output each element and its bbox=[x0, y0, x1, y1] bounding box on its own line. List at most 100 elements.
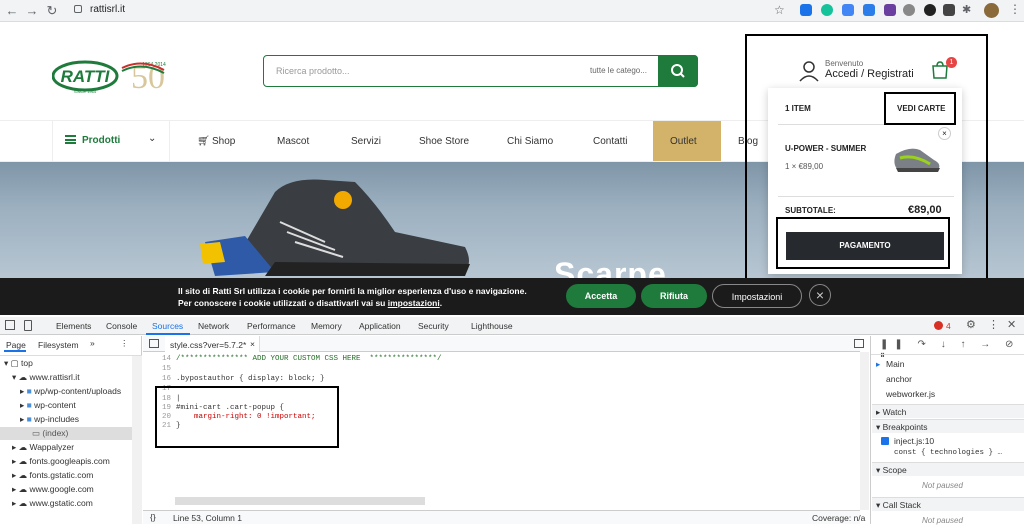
close-icon[interactable]: × bbox=[250, 339, 255, 349]
chevron-down-icon: ⌄ bbox=[148, 133, 157, 144]
thread-main[interactable]: Main bbox=[886, 359, 904, 369]
tab-performance[interactable]: Performance bbox=[247, 321, 296, 331]
more-icon[interactable]: ⋮ bbox=[988, 318, 999, 331]
close-icon[interactable]: ✕ bbox=[1007, 318, 1016, 331]
tree-row-domain[interactable]: ▸ ☁ fonts.gstatic.com bbox=[12, 470, 93, 481]
highlight-box bbox=[884, 92, 956, 125]
tree-row-folder[interactable]: ▸ ■ wp-includes bbox=[20, 414, 79, 425]
debugger-controls[interactable]: ❚❚ ↷ ↓ ↑ → ⊘ ⏸ bbox=[880, 339, 1024, 361]
cookie-line-2: Per conoscere i cookie utilizzati o disa… bbox=[178, 297, 563, 309]
cookie-settings-link[interactable]: impostazioni bbox=[388, 298, 440, 308]
cookie-line-2-end: . bbox=[439, 298, 443, 308]
search-category-select[interactable]: tutte le catego... bbox=[590, 66, 647, 75]
scrollbar[interactable] bbox=[860, 352, 869, 510]
section-call-stack[interactable]: ▾ Call Stack bbox=[872, 497, 1024, 511]
gear-icon[interactable]: ⚙ bbox=[966, 318, 976, 331]
tree-row-folder[interactable]: ▸ ■ wp/wp-content/uploads bbox=[20, 386, 121, 397]
cookie-settings-button[interactable]: Impostazioni bbox=[712, 284, 802, 308]
tab-console[interactable]: Console bbox=[106, 321, 137, 331]
error-icon[interactable] bbox=[934, 321, 943, 330]
section-label: Call Stack bbox=[882, 500, 921, 510]
section-scope[interactable]: ▾ Scope bbox=[872, 462, 1024, 476]
thread-webworker[interactable]: webworker.js bbox=[886, 389, 935, 399]
extension-icon[interactable] bbox=[884, 4, 896, 16]
puzzle-icon[interactable]: ✱ bbox=[962, 3, 971, 16]
highlight-box bbox=[155, 386, 339, 448]
search-icon bbox=[671, 64, 685, 78]
tree-row-domain[interactable]: ▸ ☁ www.gstatic.com bbox=[12, 498, 93, 509]
code-line[interactable]: .bypostauthor { display: block; } bbox=[176, 375, 325, 383]
tab-application[interactable]: Application bbox=[359, 321, 401, 331]
search-button[interactable] bbox=[658, 55, 698, 87]
tab-filesystem[interactable]: Filesystem bbox=[38, 340, 79, 350]
tab-sources[interactable]: Sources bbox=[152, 321, 183, 331]
tree-row-file[interactable]: ▭ (index) bbox=[32, 428, 68, 439]
cursor-position: Line 53, Column 1 bbox=[173, 513, 242, 523]
code-line[interactable]: /*************** ADD YOUR CUSTOM CSS HER… bbox=[176, 355, 442, 363]
device-toggle-icon[interactable] bbox=[24, 320, 32, 331]
reject-cookies-button[interactable]: Rifiuta bbox=[641, 284, 707, 308]
back-icon[interactable]: ← bbox=[4, 3, 20, 19]
logo-text: RATTI bbox=[61, 67, 111, 86]
nav-item-shop[interactable]: Shop bbox=[212, 136, 235, 147]
ratti-logo[interactable]: RATTI SINCE 1964 50 1964 2014 bbox=[52, 48, 180, 100]
address-bar[interactable] bbox=[64, 2, 804, 20]
active-tab-indicator bbox=[4, 350, 26, 352]
lock-icon bbox=[74, 5, 82, 13]
tree-row-domain[interactable]: ▸ ☁ fonts.googleapis.com bbox=[12, 456, 110, 467]
section-label: Watch bbox=[882, 407, 907, 417]
extension-icon[interactable] bbox=[903, 4, 915, 16]
tree-row-domain[interactable]: ▸ ☁ www.google.com bbox=[12, 484, 94, 495]
toggle-debugger-icon[interactable] bbox=[854, 339, 864, 348]
breakpoint-file[interactable]: inject.js:10 bbox=[894, 436, 934, 446]
close-cookie-button[interactable]: × bbox=[809, 284, 831, 306]
url-text: rattisrl.it bbox=[90, 4, 125, 15]
extension-icon[interactable] bbox=[863, 4, 875, 16]
nav-item-contatti[interactable]: Contatti bbox=[593, 136, 627, 147]
accept-cookies-button[interactable]: Accetta bbox=[566, 284, 636, 308]
active-tab-indicator bbox=[146, 333, 190, 335]
error-count[interactable]: 4 bbox=[946, 321, 951, 331]
nav-item-shoe-store[interactable]: Shoe Store bbox=[419, 136, 469, 147]
breakpoint-checkbox[interactable] bbox=[881, 437, 889, 445]
nav-item-outlet[interactable]: Outlet bbox=[670, 136, 697, 147]
section-breakpoints[interactable]: ▾ Breakpoints bbox=[872, 419, 1024, 433]
tree-label: www.gstatic.com bbox=[29, 498, 93, 508]
pretty-print-icon[interactable]: {} bbox=[150, 512, 156, 522]
line-number: 16 bbox=[161, 375, 171, 383]
tab-elements[interactable]: Elements bbox=[56, 321, 91, 331]
nav-item-servizi[interactable]: Servizi bbox=[351, 136, 381, 147]
tab-memory[interactable]: Memory bbox=[311, 321, 342, 331]
cookie-line-1: Il sito di Ratti Srl utilizza i cookie p… bbox=[178, 286, 527, 296]
thread-anchor[interactable]: anchor bbox=[886, 374, 912, 384]
tree-row-domain[interactable]: ▾ ☁ www.rattisrl.it bbox=[12, 372, 80, 383]
extension-icon[interactable] bbox=[821, 4, 833, 16]
section-watch[interactable]: ▸ Watch bbox=[872, 404, 1024, 418]
avatar[interactable] bbox=[984, 3, 999, 18]
more-tabs-icon[interactable]: » bbox=[90, 338, 95, 348]
nav-item-chi-siamo[interactable]: Chi Siamo bbox=[507, 136, 553, 147]
horizontal-scrollbar[interactable] bbox=[175, 497, 425, 505]
extension-icon[interactable] bbox=[924, 4, 936, 16]
tree-row-domain[interactable]: ▸ ☁ Wappalyzer bbox=[12, 442, 74, 453]
star-icon[interactable]: ☆ bbox=[774, 3, 785, 17]
menu-icon[interactable]: ⋮ bbox=[1009, 2, 1021, 16]
tab-security[interactable]: Security bbox=[418, 321, 449, 331]
extension-icon[interactable] bbox=[800, 4, 812, 16]
more-icon[interactable]: ⋮ bbox=[120, 338, 129, 349]
scrollbar[interactable] bbox=[132, 356, 142, 524]
extension-icon[interactable] bbox=[943, 4, 955, 16]
inspect-icon[interactable] bbox=[5, 320, 15, 330]
tab-page[interactable]: Page bbox=[6, 340, 26, 350]
tree-label: top bbox=[21, 358, 33, 368]
tab-lighthouse[interactable]: Lighthouse bbox=[471, 321, 513, 331]
tree-row-top[interactable]: ▾ ▢ top bbox=[4, 358, 33, 369]
reload-icon[interactable]: ↻ bbox=[44, 3, 60, 19]
nav-item-mascot[interactable]: Mascot bbox=[277, 136, 309, 147]
tree-row-folder[interactable]: ▸ ■ wp-content bbox=[20, 400, 76, 411]
extension-icon[interactable] bbox=[842, 4, 854, 16]
boot-image bbox=[200, 179, 470, 276]
toggle-navigator-icon[interactable] bbox=[149, 339, 159, 348]
forward-icon[interactable]: → bbox=[24, 3, 40, 19]
tab-network[interactable]: Network bbox=[198, 321, 229, 331]
